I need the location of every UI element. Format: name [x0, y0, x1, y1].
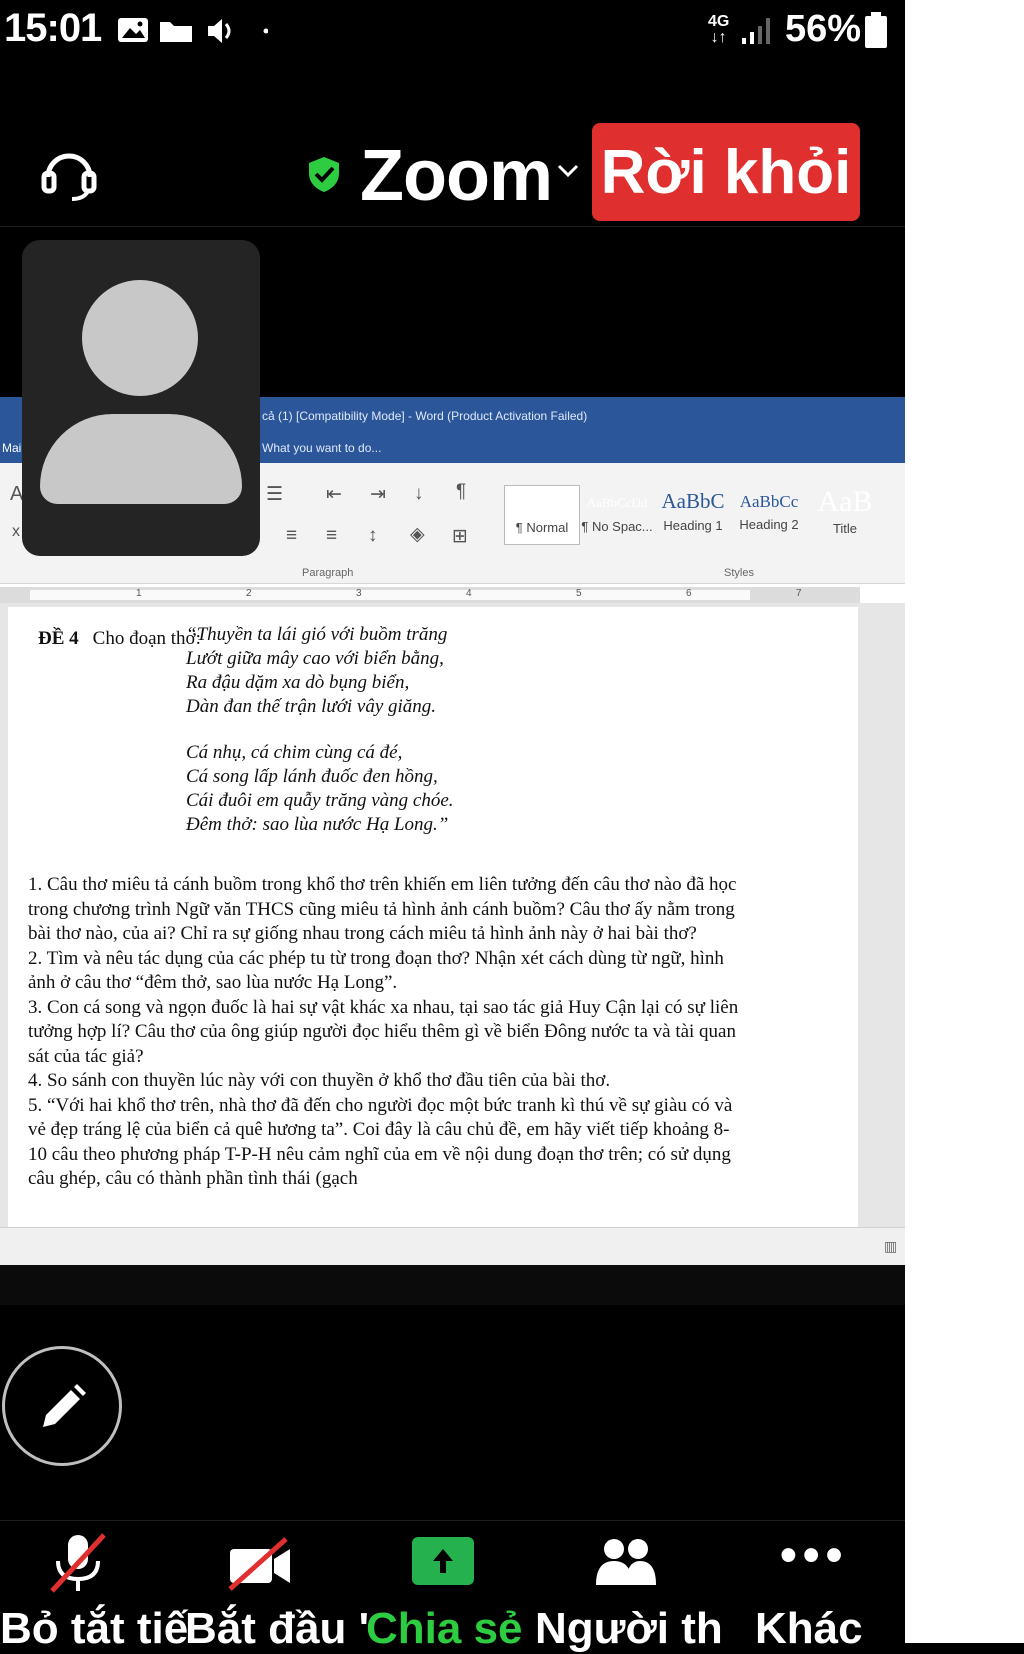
sort-icon: ↓: [414, 483, 424, 504]
style-heading-1: AaBbC Heading 1: [661, 489, 725, 533]
status-time: 15:01: [4, 6, 102, 50]
poem-line: Cá nhụ, cá chim cùng cá đé,: [186, 742, 403, 763]
question-5: 5. “Với hai khổ thơ trên, nhà thơ đã đến…: [28, 1094, 733, 1190]
shading-icon: ◈: [410, 524, 425, 545]
network-type: 4G ↓↑: [708, 13, 730, 46]
gallery-icon: [118, 18, 148, 42]
avatar-body: [40, 414, 242, 504]
poem-line: Dàn đan thế trận lưới vây giăng.: [186, 696, 437, 717]
share-bottom-edge: [0, 1265, 905, 1305]
shield-check-icon: [309, 157, 339, 192]
leave-button[interactable]: Rời khỏi: [592, 123, 860, 221]
volume-icon: [208, 19, 231, 43]
poem-line: Cá song lấp lánh đuốc đen hồng,: [186, 766, 438, 787]
share-label[interactable]: Chia sẻ: [366, 1604, 523, 1654]
participant-video-tile[interactable]: [22, 240, 260, 556]
word-window-title: cả (1) [Compatibility Mode] - Word (Prod…: [262, 409, 588, 423]
status-icons: [118, 18, 268, 43]
folder-icon: [160, 22, 192, 42]
chevron-down-icon[interactable]: [556, 163, 580, 179]
share-screen-button[interactable]: [412, 1537, 474, 1585]
line-spacing-icon: ↕: [368, 525, 378, 546]
more-label[interactable]: Khác: [755, 1604, 863, 1654]
layout-icon: ▥: [884, 1238, 898, 1254]
dot-icon: [263, 28, 268, 34]
word-tab: Mai: [2, 441, 22, 455]
participants-label[interactable]: Người th: [535, 1604, 723, 1654]
style-normal: AaBbCcDd ¶ Normal: [504, 485, 580, 545]
group-label-paragraph: Paragraph: [302, 567, 354, 579]
justify-icon: ≡: [326, 525, 338, 546]
battery-percent: 56%: [785, 8, 862, 50]
tell-me-box: What you want to do...: [262, 441, 382, 455]
question-1: 1. Câu thơ miêu tả cánh buồm trong khổ t…: [28, 874, 737, 944]
more-icon[interactable]: •••: [780, 1532, 848, 1580]
ruler: 1 2 3 4 5 6 7: [0, 587, 860, 603]
video-off-icon[interactable]: [226, 1537, 296, 1593]
align-right-icon: ≡: [286, 525, 298, 546]
participants-icon[interactable]: [592, 1537, 658, 1587]
poem: “Thuyền ta lái gió với buồm trăng Lướt g…: [186, 623, 454, 837]
question-4: 4. So sánh con thuyền lúc này với con th…: [28, 1070, 611, 1091]
arrow-up-icon: [433, 1549, 453, 1573]
battery-icon: [865, 12, 887, 48]
font-x-icon: x: [12, 523, 20, 540]
document-heading: ĐỀ 4 Cho đoạn thơ:: [38, 628, 201, 649]
borders-icon: ⊞: [452, 526, 468, 547]
video-label[interactable]: Bắt đầu ': [185, 1604, 369, 1654]
meeting-title[interactable]: Zoom: [360, 135, 553, 217]
right-margin: [905, 0, 1024, 1643]
mic-muted-icon[interactable]: [46, 1531, 110, 1595]
poem-stanza-gap: [186, 719, 454, 741]
pencil-icon: [43, 1384, 86, 1427]
list-icon: ☰: [266, 484, 284, 505]
poem-line: Cái đuôi em quẫy trăng vàng chóe.: [186, 790, 454, 811]
signal-icon: [742, 18, 770, 44]
toolbar-divider: [0, 1520, 905, 1521]
style-title: AaB Title: [817, 485, 873, 536]
poem-line: Lướt giữa mây cao với biển bằng,: [186, 648, 444, 669]
style-no-spacing: AaBbCcDd ¶ No Spac...: [581, 495, 653, 534]
questions: 1. Câu thơ miêu tả cánh buồm trong khổ t…: [28, 873, 748, 1213]
poem-line: Đêm thở: sao lùa nước Hạ Long.”: [186, 814, 449, 835]
question-2: 2. Tìm và nêu tác dụng của các phép tu t…: [28, 947, 724, 994]
header-divider: [0, 226, 905, 227]
headset-icon[interactable]: [40, 145, 98, 203]
question-3: 3. Con cá song và ngọn đuốc là hai sự vậ…: [28, 996, 739, 1067]
annotate-button[interactable]: [2, 1346, 122, 1466]
poem-line: Ra đậu dặm xa dò bụng biển,: [186, 672, 410, 693]
style-heading-2: AaBbCc Heading 2: [739, 492, 799, 532]
word-status-bar: ▥: [0, 1227, 905, 1265]
mute-label[interactable]: Bỏ tắt tiế: [0, 1604, 188, 1654]
poem-line: “Thuyền ta lái gió với buồm trăng: [186, 624, 448, 645]
avatar-head: [82, 280, 198, 396]
group-label-styles: Styles: [724, 567, 754, 579]
outdent-icon: ⇤: [326, 484, 342, 505]
pilcrow-icon: ¶: [456, 481, 467, 502]
indent-icon: ⇥: [370, 484, 386, 505]
